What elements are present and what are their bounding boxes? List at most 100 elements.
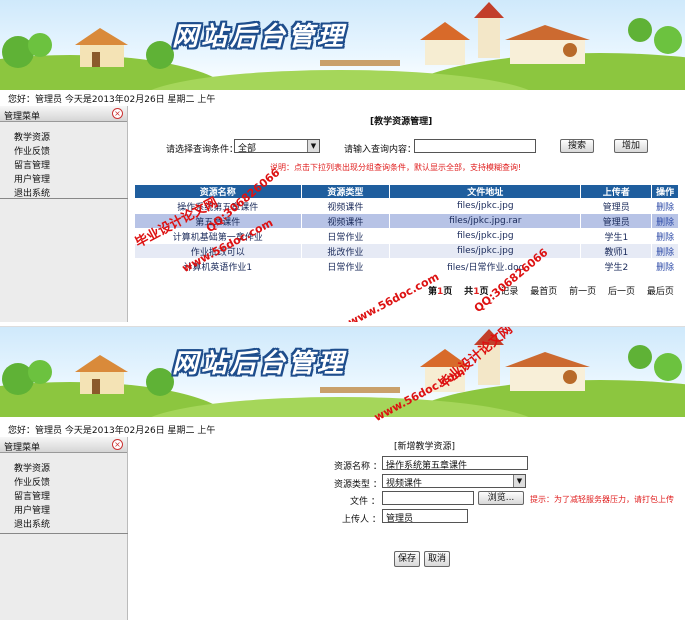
- header-banner: 网站后台管理: [0, 327, 685, 417]
- sidebar-item-message-management[interactable]: 留言管理: [14, 158, 127, 172]
- cell-uploader: 教师1: [580, 243, 653, 259]
- delete-link[interactable]: 删除: [656, 203, 674, 213]
- table-header-row: 资源名称 资源类型 文件地址 上传者 操作: [134, 184, 679, 199]
- resource-type-label: 资源类型 ：: [334, 480, 382, 490]
- query-label: 请输入查询内容：: [344, 145, 417, 155]
- sidebar: 管理菜单 × 教学资源 作业反馈 留言管理 用户管理 退出系统: [0, 437, 128, 620]
- delete-link[interactable]: 删除: [656, 233, 674, 243]
- table-row[interactable]: 计算机基础第一章作业 日常作业 files/jpkc.jpg 学生1 删除: [134, 228, 679, 244]
- sidebar-item-homework-feedback[interactable]: 作业反馈: [14, 475, 127, 489]
- cell-uploader: 管理员: [580, 198, 653, 214]
- cell-uploader: 学生2: [580, 258, 653, 274]
- cell-name: 操作系统第五章课件: [134, 198, 302, 214]
- sidebar: 管理菜单 × 教学资源 作业反馈 留言管理 用户管理 退出系统: [0, 106, 128, 322]
- filter-label: 请选择查询条件：: [166, 145, 239, 155]
- table-row[interactable]: 操作系统第五章课件 视频课件 files/jpkc.jpg 管理员 删除: [134, 198, 679, 214]
- cell-type: 视频课件: [300, 213, 391, 229]
- resource-table: 资源名称 资源类型 文件地址 上传者 操作 操作系统第五章课件 视频课件 fil…: [134, 184, 679, 274]
- filter-select[interactable]: 全部 ▼: [234, 139, 320, 154]
- cell-name: 第五章课件: [134, 213, 302, 229]
- resource-list-window: 网站后台管理 您好：管理员 今天是2013年02月26日 星期二 上午 管理菜单…: [0, 0, 685, 322]
- resource-type-value: 视频课件: [386, 479, 423, 489]
- header-banner: 网站后台管理: [0, 0, 685, 90]
- browse-button[interactable]: 浏览...: [478, 491, 524, 505]
- sidebar-divider: [0, 198, 128, 199]
- sidebar-item-teaching-resources[interactable]: 教学资源: [14, 461, 127, 475]
- cell-path: files/jpkc.jpg.rar: [389, 213, 582, 229]
- sidebar-item-homework-feedback[interactable]: 作业反馈: [14, 144, 127, 158]
- main-content: [教学资源管理] 请选择查询条件： 全部 ▼ 请输入查询内容： 搜索 增加 说明…: [130, 106, 685, 322]
- record-count: 记录: [500, 287, 519, 297]
- sidebar-header: 管理菜单 ×: [0, 106, 127, 122]
- prev-page-link[interactable]: 前一页: [569, 287, 596, 297]
- sidebar-title: 管理菜单: [4, 443, 41, 453]
- total-pages: 共1页: [464, 287, 489, 297]
- column-header: 资源名称: [134, 184, 302, 199]
- uploader-label: 上传人 ：: [342, 515, 381, 525]
- chevron-down-icon[interactable]: ▼: [307, 140, 319, 152]
- sidebar-header: 管理菜单 ×: [0, 437, 127, 453]
- greeting-text: 您好：管理员 今天是2013年02月26日 星期二 上午: [8, 426, 216, 436]
- current-page: 第1页: [428, 287, 453, 297]
- column-header: 操作: [651, 184, 679, 199]
- next-page-link[interactable]: 后一页: [608, 287, 635, 297]
- add-resource-window: 网站后台管理 您好：管理员 今天是2013年02月26日 星期二 上午 管理菜单…: [0, 326, 685, 620]
- cell-name: 计算机基础第一章作业: [134, 228, 302, 244]
- cell-path: files/jpkc.jpg: [389, 243, 582, 259]
- sidebar-item-teaching-resources[interactable]: 教学资源: [14, 130, 127, 144]
- upload-hint: 提示：为了减轻服务器压力，请打包上传: [530, 495, 674, 504]
- sidebar-title: 管理菜单: [4, 112, 41, 122]
- resource-name-input[interactable]: 操作系统第五章课件: [382, 456, 528, 471]
- chevron-down-icon[interactable]: ▼: [513, 475, 525, 487]
- cell-uploader: 学生1: [580, 228, 653, 244]
- cell-type: 日常作业: [300, 258, 391, 274]
- cell-path: files/jpkc.jpg: [389, 198, 582, 214]
- cell-path: files/jpkc.jpg: [389, 228, 582, 244]
- sidebar-item-message-management[interactable]: 留言管理: [14, 489, 127, 503]
- column-header: 资源类型: [300, 184, 391, 199]
- delete-link[interactable]: 删除: [656, 248, 674, 258]
- sidebar-item-user-management[interactable]: 用户管理: [14, 172, 127, 186]
- delete-link[interactable]: 删除: [656, 263, 674, 273]
- usage-note: 说明：点击下拉列表出现分组查询条件，默认显示全部，支持模糊查询!: [270, 163, 522, 172]
- pagination: 第1页 共1页 记录 最首页 前一页 后一页 最后页: [428, 284, 683, 297]
- file-label: 文件 ：: [350, 497, 380, 507]
- circle-close-icon[interactable]: ×: [112, 108, 123, 119]
- greeting-text: 您好：管理员 今天是2013年02月26日 星期二 上午: [8, 95, 216, 105]
- main-content: [新增教学资源] 资源名称 ： 操作系统第五章课件 资源类型 ： 视频课件 ▼ …: [130, 437, 685, 620]
- cell-type: 日常作业: [300, 228, 391, 244]
- cell-type: 批改作业: [300, 243, 391, 259]
- banner-title: 网站后台管理: [172, 22, 347, 52]
- sidebar-divider: [0, 533, 128, 534]
- first-page-link[interactable]: 最首页: [530, 287, 557, 297]
- sidebar-menu: 教学资源 作业反馈 留言管理 用户管理 退出系统: [0, 453, 127, 531]
- column-header: 上传者: [580, 184, 653, 199]
- sidebar-item-logout[interactable]: 退出系统: [14, 517, 127, 531]
- table-row[interactable]: 作业批改可以 批改作业 files/jpkc.jpg 教师1 删除: [134, 243, 679, 259]
- cell-name: 作业批改可以: [134, 243, 302, 259]
- uploader-input[interactable]: 管理员: [382, 509, 468, 524]
- file-path-input[interactable]: [382, 491, 474, 505]
- cell-path: files/日常作业.doc: [389, 258, 582, 274]
- delete-link[interactable]: 删除: [656, 218, 674, 228]
- resource-name-label: 资源名称 ：: [334, 462, 382, 472]
- section-title: [新增教学资源]: [394, 442, 456, 452]
- resource-type-select[interactable]: 视频课件 ▼: [382, 474, 526, 489]
- add-button[interactable]: 增加: [614, 139, 648, 153]
- save-button[interactable]: 保存: [394, 551, 420, 567]
- search-button[interactable]: 搜索: [560, 139, 594, 153]
- table-row[interactable]: 计算机英语作业1 日常作业 files/日常作业.doc 学生2 删除: [134, 258, 679, 274]
- filter-select-value: 全部: [238, 144, 257, 154]
- section-title: [教学资源管理]: [370, 117, 433, 127]
- cell-type: 视频课件: [300, 198, 391, 214]
- circle-close-icon[interactable]: ×: [112, 439, 123, 450]
- query-input[interactable]: [414, 139, 536, 153]
- cancel-button[interactable]: 取消: [424, 551, 450, 567]
- last-page-link[interactable]: 最后页: [647, 287, 674, 297]
- banner-title: 网站后台管理: [172, 349, 347, 379]
- sidebar-menu: 教学资源 作业反馈 留言管理 用户管理 退出系统: [0, 122, 127, 200]
- table-row[interactable]: 第五章课件 视频课件 files/jpkc.jpg.rar 管理员 删除: [134, 213, 679, 229]
- cell-name: 计算机英语作业1: [134, 258, 302, 274]
- column-header: 文件地址: [389, 184, 582, 199]
- sidebar-item-user-management[interactable]: 用户管理: [14, 503, 127, 517]
